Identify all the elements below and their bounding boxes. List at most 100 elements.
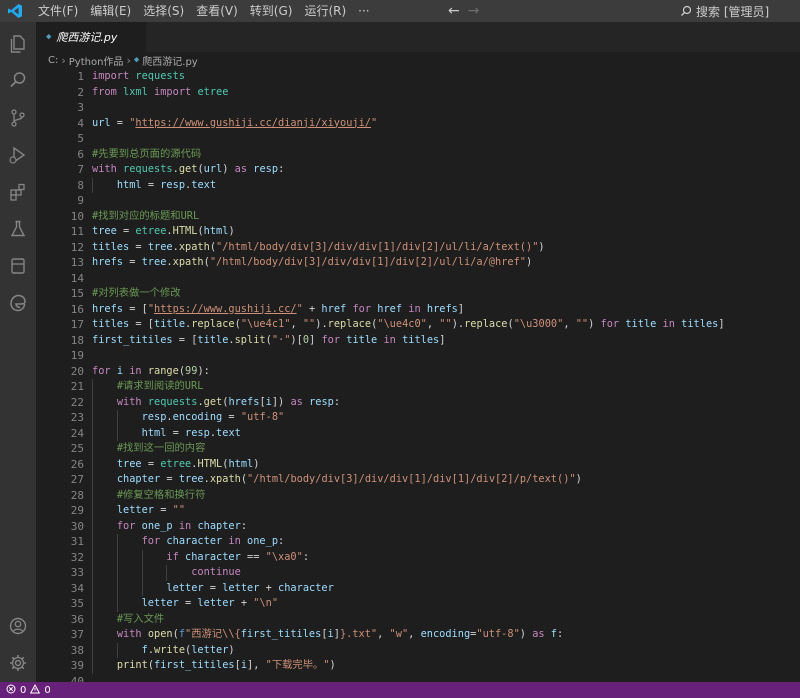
indent-guide <box>116 534 118 612</box>
code-token: first_titiles <box>240 628 322 640</box>
code-line[interactable]: print(first_titiles[i], "下载完毕。") <box>92 658 336 674</box>
code-line[interactable]: url = "https://www.gushiji.cc/dianji/xiy… <box>92 116 377 132</box>
code-token: replace <box>464 318 508 330</box>
code-line[interactable]: for character in one_p: <box>92 534 285 550</box>
code-token: url <box>92 116 111 129</box>
line-number: 37 <box>70 628 84 641</box>
tab-active-file[interactable]: ◆ 爬西游记.py <box>36 22 146 52</box>
settings-gear-icon[interactable] <box>6 651 30 675</box>
code-token: #写入文件 <box>116 612 165 625</box>
code-line[interactable]: with open(f"西游记\\{first_titiles[i]}.txt"… <box>92 627 563 643</box>
code-token: html <box>228 457 254 470</box>
code-line[interactable]: chapter = tree.xpath("/html/body/div[3]/… <box>92 472 582 488</box>
code-line[interactable]: hrefs = ["https://www.gushiji.cc/" + hre… <box>92 302 464 318</box>
line-number: 5 <box>77 132 84 145</box>
code-line[interactable]: #找到这一回的内容 <box>92 441 206 457</box>
explorer-icon[interactable] <box>6 32 30 56</box>
code-token: etree <box>197 85 229 98</box>
extensions-icon[interactable] <box>6 180 30 204</box>
code-token: first_titiles <box>92 333 173 346</box>
code-token: title <box>154 318 186 330</box>
code-token: ) <box>253 457 260 470</box>
source-control-icon[interactable] <box>6 106 30 130</box>
code-line[interactable]: from lxml import etree <box>92 85 228 101</box>
code-line[interactable]: html = resp.text <box>92 178 216 194</box>
back-arrow-icon[interactable]: ← <box>448 3 460 19</box>
menu-go[interactable]: 转到(G) <box>244 0 299 22</box>
line-number: 3 <box>77 101 84 114</box>
code-token: "·" <box>271 333 291 346</box>
edge-devtools-icon[interactable] <box>6 291 30 315</box>
code-token: one_p <box>247 535 279 547</box>
code-line[interactable]: for i in range(99): <box>92 364 210 380</box>
code-line[interactable]: titles = tree.xpath("/html/body/div[3]/d… <box>92 240 545 256</box>
command-center-search[interactable]: 搜索 [管理员] <box>680 3 769 19</box>
code-token: + <box>259 581 279 594</box>
breadcrumb-drive[interactable]: C: <box>48 55 58 66</box>
code-line[interactable]: resp.encoding = "utf-8" <box>92 410 285 426</box>
code-token: + <box>302 302 322 315</box>
code-token: : <box>240 519 248 532</box>
code-token: ] <box>718 318 725 330</box>
run-debug-icon[interactable] <box>6 143 30 167</box>
code-editor[interactable]: 1 2 3 4 5 6 7 8 9 10 11 12 13 14 15 16 17 18 19 20 21 22 23 24 2… <box>36 68 800 682</box>
testing-icon[interactable] <box>6 217 30 241</box>
code-line[interactable]: with requests.get(url) as resp: <box>92 162 284 178</box>
code-token: url <box>203 163 223 175</box>
code-line[interactable]: tree = etree.HTML(html) <box>92 224 235 240</box>
code-line[interactable]: tree = etree.HTML(html) <box>92 457 260 473</box>
menu-run[interactable]: 运行(R) <box>298 0 352 22</box>
breadcrumb-folder[interactable]: Python作品 <box>69 53 124 68</box>
code-line[interactable]: for one_p in chapter: <box>92 519 247 535</box>
account-icon[interactable] <box>6 614 30 638</box>
code-token: letter <box>191 643 229 656</box>
code-line[interactable]: letter = "" <box>92 503 185 519</box>
breadcrumb-file[interactable]: 爬西游记.py <box>142 53 197 68</box>
code-token: = [ <box>172 333 198 346</box>
code-line[interactable]: f.write(letter) <box>92 643 235 659</box>
forward-arrow-icon[interactable]: → <box>468 3 480 19</box>
menu-selection[interactable]: 选择(S) <box>137 0 190 22</box>
code-line[interactable]: html = resp.text <box>92 426 241 442</box>
remote-explorer-icon[interactable] <box>6 254 30 278</box>
code-line[interactable]: #对列表做一个修改 <box>92 286 181 302</box>
menu-file[interactable]: 文件(F) <box>30 0 84 22</box>
code-line[interactable]: #先要到总页面的源代码 <box>92 147 201 163</box>
code-line[interactable]: #写入文件 <box>92 612 164 628</box>
code-line[interactable]: hrefs = tree.xpath("/html/body/div[3]/di… <box>92 255 532 271</box>
warning-count[interactable]: 0 <box>44 685 50 696</box>
code-line[interactable]: #修复空格和换行符 <box>92 488 206 504</box>
code-line[interactable]: import requests <box>92 69 185 85</box>
code-line[interactable]: letter = letter + character <box>92 581 333 597</box>
menu-edit[interactable]: 编辑(E) <box>84 0 137 22</box>
code-token: = <box>160 473 179 485</box>
code-token: text <box>191 178 217 191</box>
code-token: in <box>178 519 192 532</box>
code-token: : <box>333 395 341 408</box>
code-line[interactable]: letter = letter + "\n" <box>92 596 278 612</box>
code-line[interactable]: titles = [title.replace("\ue4c1", "").re… <box>92 317 725 333</box>
code-line[interactable]: #请求到阅读的URL <box>92 379 204 395</box>
code-token: HTML <box>172 225 198 237</box>
menu-view[interactable]: 查看(V) <box>190 0 244 22</box>
search-icon[interactable] <box>6 68 30 92</box>
code-token: character <box>185 550 241 563</box>
code-line[interactable]: #找到对应的标题和URL <box>92 209 199 225</box>
code-token: = <box>123 256 142 268</box>
code-line[interactable]: if character == "\xa0": <box>92 550 309 566</box>
code-token: = <box>166 426 186 439</box>
code-token: ). <box>451 318 465 330</box>
code-line[interactable]: first_titiles = [title.split("·")[0] for… <box>92 333 445 349</box>
line-number: 35 <box>70 597 84 610</box>
menu-more[interactable]: ··· <box>352 0 375 22</box>
code-token: )[ <box>290 333 303 346</box>
code-line[interactable]: with requests.get(hrefs[i]) as resp: <box>92 395 340 411</box>
indent-guide <box>116 410 118 441</box>
error-count[interactable]: 0 <box>20 685 26 696</box>
code-token: ]) <box>271 395 291 408</box>
